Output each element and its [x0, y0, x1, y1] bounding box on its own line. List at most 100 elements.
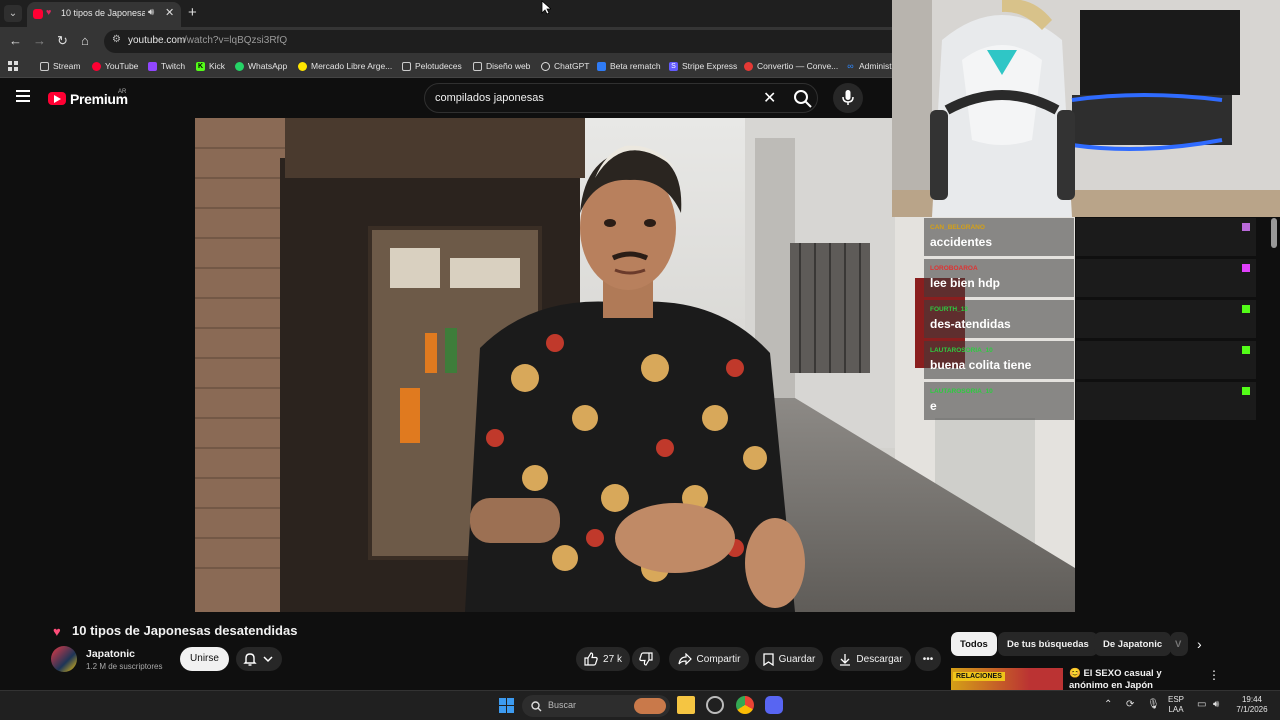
discord-icon[interactable] [765, 696, 783, 714]
stream-chat: CAN_BELGRANO accidentes LOROBOAROA lee b… [924, 218, 1256, 423]
share-icon [677, 653, 692, 665]
channel-name[interactable]: Japatonic [86, 648, 135, 660]
search-icon[interactable] [793, 89, 813, 109]
taskbar-search[interactable]: Buscar [522, 695, 670, 717]
chips-next-icon[interactable]: › [1197, 636, 1202, 652]
download-button[interactable]: Descargar [831, 647, 911, 671]
bookmark-item[interactable]: WhatsApp [235, 61, 287, 71]
language-bottom: LAA [1168, 705, 1184, 714]
chevron-up-icon[interactable]: ⌃ [1104, 699, 1112, 710]
chat-text: lee bien hdp [930, 276, 1001, 290]
bookmark-label: WhatsApp [248, 61, 288, 71]
bookmark-item[interactable]: K Kick [196, 61, 225, 71]
bookmark-item[interactable]: Twitch [148, 61, 185, 71]
microphone-icon[interactable]: 🎙︎ [1147, 699, 1160, 710]
chat-text: des-atendidas [930, 317, 1011, 331]
bookmark-item[interactable]: Stream [40, 61, 80, 71]
bookmark-item[interactable]: Convertio — Conve... [744, 61, 838, 71]
tab-active[interactable]: ♥ 10 tipos de Japonesas d 🔊︎ ✕ [27, 2, 181, 27]
chat-message-body: LAUTAROSORIA_10 e [924, 382, 1074, 420]
windows-start-icon[interactable] [499, 698, 514, 713]
whatsapp-icon [235, 61, 244, 71]
join-button[interactable]: Unirse [180, 647, 229, 671]
search-input[interactable]: compilados japonesas [435, 92, 544, 104]
more-actions-button[interactable]: ••• [915, 647, 941, 671]
chat-message-body: CAN_BELGRANO accidentes [924, 218, 1074, 256]
obs-icon[interactable] [706, 696, 724, 714]
webcam-feed [892, 0, 1280, 217]
save-button[interactable]: Guardar [755, 647, 823, 671]
clock[interactable]: 19:44 7/1/2026 [1232, 695, 1272, 715]
more-vertical-icon[interactable]: ⋮ [1208, 668, 1220, 682]
bookmark-item[interactable]: Pelotudeces [402, 61, 462, 71]
bookmark-item[interactable]: Diseño web [473, 61, 530, 71]
tab-search-chevron-icon[interactable]: ⌄ [4, 5, 22, 22]
site-info-icon[interactable]: ⚙ [112, 34, 121, 45]
reload-icon[interactable]: ↻ [57, 33, 68, 49]
page-scrollbar-thumb[interactable] [1271, 218, 1277, 248]
bookmark-item[interactable]: Mercado Libre Arge... [298, 61, 392, 71]
speaker-icon[interactable]: 🔊︎ [148, 7, 154, 18]
mouse-cursor-icon [541, 0, 551, 15]
microphone-icon [842, 90, 854, 105]
hamburger-menu-icon[interactable] [16, 90, 30, 104]
chat-text: e [930, 399, 937, 413]
bookmark-label: Administ [859, 61, 892, 71]
bookmark-item[interactable]: ChatGPT [541, 61, 589, 71]
folder-icon [473, 61, 482, 71]
volume-icon[interactable]: 🔊︎ [1213, 699, 1219, 710]
chat-message-body: LOROBOAROA lee bien hdp [924, 259, 1074, 297]
bookmark-label: Stream [53, 61, 81, 71]
bookmark-item[interactable]: S Stripe Express [669, 61, 737, 71]
address-bar[interactable]: ⚙ youtube.com /watch?v=lqBQzsi3RfQ [104, 30, 892, 53]
youtube-favicon-icon [33, 9, 43, 19]
stripe-icon: S [669, 61, 678, 71]
like-button[interactable]: 27 k [576, 647, 630, 671]
kick-icon: K [196, 61, 205, 71]
home-icon[interactable]: ⌂ [81, 33, 89, 48]
tab-close-icon[interactable]: ✕ [165, 6, 174, 19]
watch-metadata: ♥ 10 tipos de Japonesas desatendidas Jap… [0, 612, 1280, 692]
apps-grid-icon[interactable] [8, 61, 18, 71]
chrome-icon[interactable] [736, 696, 754, 714]
language-indicator[interactable]: ESP LAA [1168, 695, 1184, 715]
new-tab-button[interactable]: + [188, 4, 197, 21]
bookmark-item[interactable]: ∞ Administ [846, 61, 892, 71]
url-host: youtube.com [128, 35, 186, 46]
forward-icon[interactable]: → [33, 33, 46, 48]
recommendation-title[interactable]: 😊 El SEXO casual y anónimo en Japón [1069, 668, 1199, 692]
notifications-button[interactable] [236, 647, 282, 671]
search-box[interactable]: compilados japonesas ✕ [424, 83, 818, 113]
share-button[interactable]: Compartir [669, 647, 749, 671]
clear-search-icon[interactable]: ✕ [763, 88, 776, 108]
chat-row-background [1076, 341, 1256, 379]
file-explorer-icon[interactable] [677, 696, 695, 714]
network-icon[interactable]: ▭ [1197, 699, 1206, 710]
chip-all[interactable]: Todos [951, 632, 997, 656]
recommendation-thumbnail[interactable]: RELACIONES [951, 668, 1063, 690]
folder-icon [402, 61, 411, 71]
chip-more[interactable]: V [1170, 632, 1188, 656]
chip-from-searches[interactable]: De tus búsquedas [998, 632, 1098, 656]
back-icon[interactable]: ← [9, 33, 22, 48]
dislike-button[interactable] [632, 647, 660, 671]
channel-avatar[interactable] [51, 646, 77, 672]
youtube-logo-icon[interactable] [48, 92, 66, 105]
chip-from-channel[interactable]: De Japatonic [1094, 632, 1172, 656]
video-title: 10 tipos de Japonesas desatendidas [72, 623, 298, 638]
chat-row-background [1076, 218, 1256, 256]
chat-username: FOURTH_13 [930, 306, 968, 313]
sync-icon[interactable]: ⟳ [1126, 699, 1134, 710]
chat-text: accidentes [930, 235, 993, 249]
clock-date: 7/1/2026 [1236, 705, 1268, 714]
country-code: AR [118, 89, 127, 95]
bookmark-item[interactable]: YouTube [92, 61, 138, 71]
search-icon [531, 701, 542, 712]
bookmarks-bar: Stream YouTube Twitch K Kick WhatsApp Mer… [0, 56, 892, 78]
bookmark-item[interactable]: Beta rematch [597, 61, 661, 71]
bookmark-label: Pelotudeces [415, 61, 462, 71]
like-count: 27 k [603, 653, 622, 665]
mercadolibre-icon [298, 61, 307, 71]
search-highlight-icon [634, 698, 666, 714]
voice-search-button[interactable] [833, 83, 863, 113]
